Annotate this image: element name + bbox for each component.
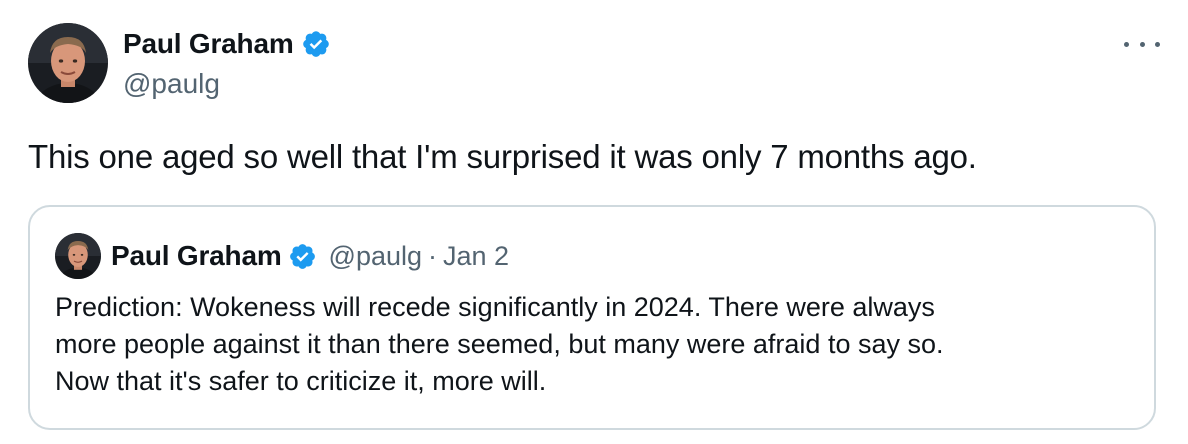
author-display-name[interactable]: Paul Graham (123, 28, 294, 60)
quoted-author-display-name[interactable]: Paul Graham (111, 240, 282, 272)
quoted-author-handle[interactable]: @paulg (329, 241, 422, 272)
more-options-icon[interactable] (1124, 34, 1160, 54)
quoted-text: Prediction: Wokeness will recede signifi… (55, 289, 1135, 400)
author-handle[interactable]: @paulg (123, 68, 220, 100)
more-dot (1124, 41, 1129, 47)
tweet-card: Paul Graham @paulg This one aged so well… (0, 0, 1188, 444)
quoted-text-line: Now that it's safer to criticize it, mor… (55, 366, 547, 396)
quoted-header: Paul Graham @paulg · Jan 2 (111, 239, 509, 273)
avatar-image (55, 233, 101, 279)
more-dot (1155, 41, 1160, 47)
quoted-date[interactable]: Jan 2 (443, 241, 509, 272)
more-dot (1139, 41, 1145, 47)
author-name-row: Paul Graham (123, 26, 331, 62)
quoted-author-avatar[interactable] (55, 233, 101, 279)
author-avatar[interactable] (28, 23, 108, 103)
quoted-tweet[interactable]: Paul Graham @paulg · Jan 2 Prediction: W… (28, 205, 1156, 430)
separator-dot: · (428, 240, 438, 271)
verified-badge-icon[interactable] (301, 29, 331, 59)
avatar-image (28, 23, 108, 103)
quoted-text-line: more people against it than there seemed… (55, 329, 944, 359)
verified-badge-icon[interactable] (288, 242, 317, 271)
tweet-text: This one aged so well that I'm surprised… (28, 138, 977, 175)
quoted-text-line: Prediction: Wokeness will recede signifi… (55, 292, 935, 322)
